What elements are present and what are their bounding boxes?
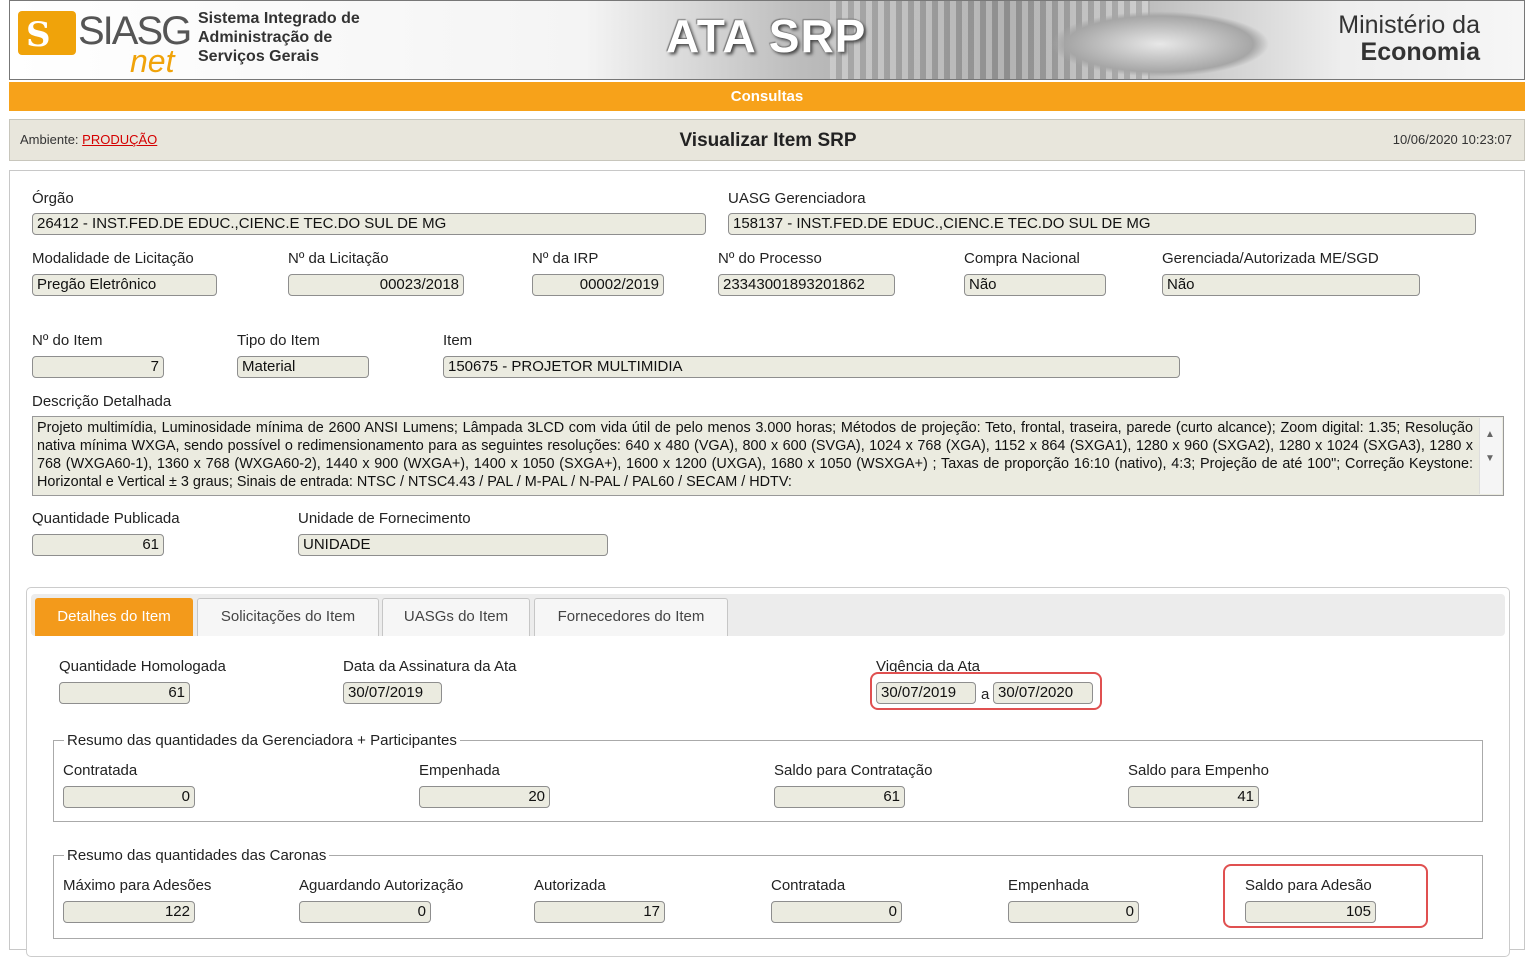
- ger-saldo-empenho-label: Saldo para Empenho: [1128, 762, 1269, 779]
- vigencia-highlight: [870, 672, 1102, 710]
- main-panel: Órgão 26412 - INST.FED.DE EDUC.,CIENC.E …: [9, 170, 1525, 957]
- num-irp-label: Nº da IRP: [532, 250, 599, 267]
- ger-empenhada-label: Empenhada: [419, 762, 500, 779]
- menu-item-consultas[interactable]: Consultas: [731, 88, 804, 105]
- qtd-publicada-field[interactable]: 61: [32, 534, 164, 556]
- timestamp: 10/06/2020 10:23:07: [1392, 132, 1512, 147]
- scroll-up-icon[interactable]: ▲: [1485, 426, 1495, 444]
- ger-contratada-label: Contratada: [63, 762, 138, 779]
- tabs-panel: Detalhes do Item Solicitações do Item UA…: [26, 587, 1510, 957]
- num-licitacao-field[interactable]: 00023/2018: [288, 274, 464, 296]
- tab-detalhes[interactable]: Detalhes do Item: [35, 598, 193, 636]
- uasg-field[interactable]: 158137 - INST.FED.DE EDUC.,CIENC.E TEC.D…: [728, 213, 1476, 235]
- title-bar: Ambiente: PRODUÇÃO Visualizar Item SRP 1…: [9, 119, 1525, 161]
- descricao-label: Descrição Detalhada: [32, 393, 172, 410]
- menu-bar: Consultas: [9, 82, 1525, 111]
- compra-nacional-label: Compra Nacional: [964, 250, 1080, 267]
- caronas-legend: Resumo das quantidades das Caronas: [67, 847, 327, 864]
- unidade-field[interactable]: UNIDADE: [298, 534, 608, 556]
- ministry-name: Ministério da Economia: [1338, 11, 1480, 65]
- item-field[interactable]: 150675 - PROJETOR MULTIMIDIA: [443, 356, 1180, 378]
- unidade-label: Unidade de Fornecimento: [298, 510, 471, 527]
- logo-subtext: net: [130, 43, 175, 79]
- car-autorizada-label: Autorizada: [534, 877, 606, 894]
- qtd-homologada-label: Quantidade Homologada: [59, 658, 226, 675]
- tipo-item-field[interactable]: Material: [237, 356, 369, 378]
- system-name-line: Sistema Integrado de: [198, 10, 360, 27]
- car-maximo-label: Máximo para Adesões: [63, 877, 212, 894]
- tab-uasgs[interactable]: UASGs do Item: [382, 598, 530, 636]
- num-item-label: Nº do Item: [32, 332, 103, 349]
- system-name: Sistema Integrado de Administração de Se…: [198, 9, 398, 66]
- siasg-logo: S SIASG net: [18, 5, 192, 79]
- siasg-logo-icon: S: [18, 11, 76, 55]
- tipo-item-label: Tipo do Item: [237, 332, 320, 349]
- car-contratada-label: Contratada: [771, 877, 846, 894]
- car-aguardando-label: Aguardando Autorização: [299, 877, 464, 894]
- car-empenhada-label: Empenhada: [1008, 877, 1089, 894]
- descricao-textarea[interactable]: Projeto multimídia, Luminosidade mínima …: [32, 416, 1504, 496]
- modalidade-field[interactable]: Pregão Eletrônico: [32, 274, 217, 296]
- num-irp-field[interactable]: 00002/2019: [532, 274, 664, 296]
- app-title: ATA SRP: [666, 10, 867, 62]
- tab-fornecedores[interactable]: Fornecedores do Item: [534, 598, 728, 636]
- num-item-field[interactable]: 7: [32, 356, 164, 378]
- car-aguardando-field[interactable]: 0: [299, 901, 431, 923]
- saldo-adesao-highlight: [1223, 864, 1428, 928]
- header-banner: S SIASG net Sistema Integrado de Adminis…: [9, 0, 1525, 80]
- num-licitacao-label: Nº da Licitação: [288, 250, 389, 267]
- ger-saldo-contratacao-label: Saldo para Contratação: [774, 762, 933, 779]
- compra-nacional-field[interactable]: Não: [964, 274, 1106, 296]
- descricao-scrollbar[interactable]: ▲ ▼: [1479, 418, 1502, 494]
- ger-saldo-contratacao-field[interactable]: 61: [774, 786, 905, 808]
- descricao-text: Projeto multimídia, Luminosidade mínima …: [37, 420, 1473, 490]
- scroll-down-icon[interactable]: ▼: [1485, 450, 1495, 468]
- qtd-publicada-label: Quantidade Publicada: [32, 510, 180, 527]
- car-empenhada-field[interactable]: 0: [1008, 901, 1139, 923]
- tab-solicitacoes[interactable]: Solicitações do Item: [197, 598, 379, 636]
- ger-empenhada-field[interactable]: 20: [419, 786, 550, 808]
- gerenciada-field[interactable]: Não: [1162, 274, 1420, 296]
- qtd-homologada-field[interactable]: 61: [59, 682, 190, 704]
- ger-contratada-field[interactable]: 0: [63, 786, 195, 808]
- ministry-line2: Economia: [1360, 38, 1480, 66]
- data-assinatura-label: Data da Assinatura da Ata: [343, 658, 517, 675]
- uasg-label: UASG Gerenciadora: [728, 190, 866, 207]
- orgao-label: Órgão: [32, 190, 74, 207]
- num-processo-label: Nº do Processo: [718, 250, 822, 267]
- gerenciada-label: Gerenciada/Autorizada ME/SGD: [1162, 250, 1379, 267]
- ger-saldo-empenho-field[interactable]: 41: [1128, 786, 1259, 808]
- data-assinatura-field[interactable]: 30/07/2019: [343, 682, 442, 704]
- ministry-line1: Ministério da: [1338, 11, 1480, 39]
- banner-decoration-dome: [1050, 11, 1270, 77]
- car-contratada-field[interactable]: 0: [771, 901, 902, 923]
- item-label: Item: [443, 332, 473, 349]
- car-maximo-field[interactable]: 122: [63, 901, 195, 923]
- modalidade-label: Modalidade de Licitação: [32, 250, 194, 267]
- orgao-field[interactable]: 26412 - INST.FED.DE EDUC.,CIENC.E TEC.DO…: [32, 213, 706, 235]
- system-name-line: Administração de: [198, 29, 333, 46]
- car-autorizada-field[interactable]: 17: [534, 901, 665, 923]
- tab-strip: Detalhes do Item Solicitações do Item UA…: [31, 594, 1505, 636]
- page-title: Visualizar Item SRP: [679, 130, 857, 151]
- gerenciadora-legend: Resumo das quantidades da Gerenciadora +…: [67, 732, 457, 749]
- num-processo-field[interactable]: 23343001893201862: [718, 274, 895, 296]
- system-name-line: Serviços Gerais: [198, 48, 319, 65]
